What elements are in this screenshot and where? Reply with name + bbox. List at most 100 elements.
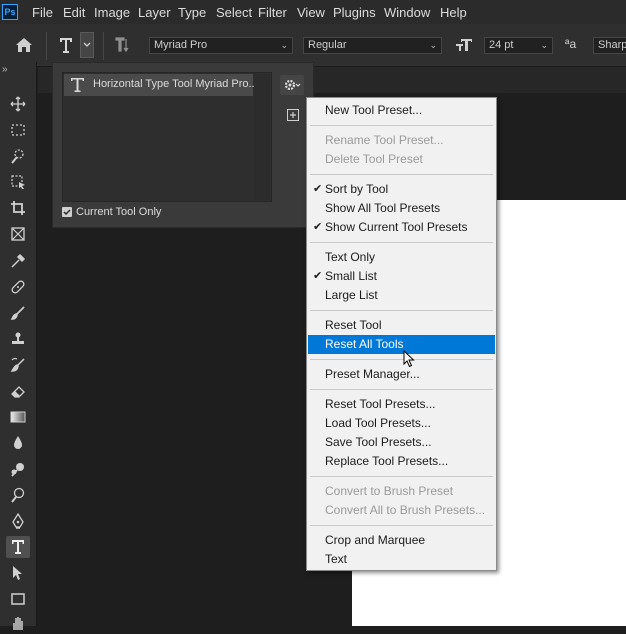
menu-item-crop-and-marquee[interactable]: Crop and Marquee [308,531,495,550]
menu-separator [310,359,493,360]
menu-item-label: Reset All Tools [325,337,404,351]
menu-item-label: Text Only [325,250,376,264]
menu-item-label: Reset Tool [325,318,382,332]
blur-tool-icon[interactable] [6,432,30,454]
home-icon[interactable] [15,37,35,55]
object-selection-tool-icon[interactable] [6,171,30,193]
menu-type[interactable]: Type [178,5,206,20]
font-family-value: Myriad Pro [154,39,208,51]
photoshop-logo: Ps [2,4,18,20]
menu-item-label: Load Tool Presets... [325,416,431,430]
menu-item-new-tool-preset[interactable]: New Tool Preset... [308,101,495,120]
quick-selection-tool-icon[interactable] [6,145,30,167]
menu-image[interactable]: Image [94,5,130,20]
checkmark-icon: ✔ [313,270,323,282]
menu-edit[interactable]: Edit [63,5,85,20]
menu-item-load-tool-presets[interactable]: Load Tool Presets... [308,414,495,433]
menu-item-show-current-tool-presets[interactable]: ✔ Show Current Tool Presets [308,218,495,237]
current-tool-only-checkbox[interactable] [62,207,72,217]
menu-separator [310,525,493,526]
tool-preset-type-icon[interactable] [56,36,78,56]
font-family-dropdown[interactable]: Myriad Pro ⌄ [149,37,293,54]
menu-item-label: Large List [325,288,378,302]
move-tool-icon[interactable] [6,93,30,115]
history-brush-tool-icon[interactable] [6,354,30,376]
menu-separator [310,242,493,243]
menu-select[interactable]: Select [216,5,252,20]
spot-healing-tool-icon[interactable] [6,276,30,298]
menu-item-replace-tool-presets[interactable]: Replace Tool Presets... [308,452,495,471]
eyedropper-tool-icon[interactable] [6,250,30,272]
checkmark-icon: ✔ [313,221,323,233]
menu-item-rename-tool-preset: Rename Tool Preset... [308,131,495,150]
crop-tool-icon[interactable] [6,197,30,219]
preset-options-menu: New Tool Preset... Rename Tool Preset... D… [306,97,497,571]
menu-item-label: New Tool Preset... [325,103,423,117]
menu-separator [310,125,493,126]
font-style-value: Regular [308,39,347,51]
menu-item-reset-tool[interactable]: Reset Tool [308,316,495,335]
clone-stamp-tool-icon[interactable] [6,328,30,350]
current-tool-only-label: Current Tool Only [76,206,162,218]
tool-preset-picker-button[interactable] [80,32,94,58]
aa-icon: ªa [565,37,577,51]
eraser-tool-icon[interactable] [6,380,30,402]
brush-tool-icon[interactable] [6,302,30,324]
tool-preset-item[interactable]: Horizontal Type Tool Myriad Pro... [64,74,258,96]
new-preset-icon[interactable] [287,109,299,121]
menu-item-convert-all-to-brush-presets: Convert All to Brush Presets... [308,501,495,520]
burn-tool-icon[interactable] [6,484,30,506]
tool-preset-scrollbar[interactable] [254,74,270,200]
menu-view[interactable]: View [297,5,325,20]
text-orientation-icon[interactable] [112,36,134,56]
menu-item-reset-tool-presets[interactable]: Reset Tool Presets... [308,395,495,414]
menu-bar: Ps File Edit Image Layer Type Select Fil… [0,0,626,24]
menu-item-delete-tool-preset: Delete Tool Preset [308,150,495,169]
dodge-tool-icon[interactable] [6,458,30,480]
menu-file[interactable]: File [32,5,53,20]
menu-separator [310,389,493,390]
mouse-cursor-icon [403,349,415,368]
frame-tool-icon[interactable] [6,223,30,245]
chevron-down-icon: ⌄ [429,40,437,50]
menu-help[interactable]: Help [440,5,467,20]
menu-item-label: Text [325,552,348,566]
menu-item-label: Show Current Tool Presets [325,220,468,234]
menu-plugins[interactable]: Plugins [333,5,376,20]
menu-filter[interactable]: Filter [258,5,287,20]
menu-layer[interactable]: Layer [138,5,171,20]
menu-item-small-list[interactable]: ✔ Small List [308,267,495,286]
panel-menu-button[interactable] [280,75,304,95]
menu-item-label: Crop and Marquee [325,533,426,547]
menu-item-label: Rename Tool Preset... [325,133,444,147]
menu-separator [310,174,493,175]
pen-tool-icon[interactable] [6,510,30,532]
menu-item-show-all-tool-presets[interactable]: Show All Tool Presets [308,199,495,218]
hand-tool-icon[interactable] [6,612,30,634]
anti-alias-dropdown[interactable]: Sharp [593,37,626,54]
menu-item-text[interactable]: Text [308,550,495,569]
menu-item-label: Show All Tool Presets [325,201,441,215]
menu-item-sort-by-tool[interactable]: ✔ Sort by Tool [308,180,495,199]
menu-item-text-only[interactable]: Text Only [308,248,495,267]
menu-item-label: Delete Tool Preset [325,152,423,166]
tool-preset-item-label: Horizontal Type Tool Myriad Pro... [93,78,258,90]
font-size-dropdown[interactable]: 24 pt ⌄ [484,37,553,54]
type-tool-icon[interactable] [6,536,30,558]
gear-icon [284,79,301,91]
menu-item-large-list[interactable]: Large List [308,286,495,305]
chevron-down-icon: ⌄ [280,40,288,50]
type-tool-icon [71,78,84,92]
chevron-down-icon: ⌄ [540,40,548,50]
marquee-tool-icon[interactable] [6,119,30,141]
collapse-panel-icon[interactable]: » [2,64,8,75]
menu-item-label: Convert All to Brush Presets... [325,503,486,517]
font-style-dropdown[interactable]: Regular ⌄ [303,37,442,54]
path-selection-tool-icon[interactable] [6,562,30,584]
menu-item-reset-all-tools[interactable]: Reset All Tools [308,335,495,354]
menu-window[interactable]: Window [384,5,430,20]
gradient-tool-icon[interactable] [6,406,30,428]
menu-item-save-tool-presets[interactable]: Save Tool Presets... [308,433,495,452]
menu-item-preset-manager[interactable]: Preset Manager... [308,365,495,384]
rectangle-tool-icon[interactable] [6,588,30,610]
